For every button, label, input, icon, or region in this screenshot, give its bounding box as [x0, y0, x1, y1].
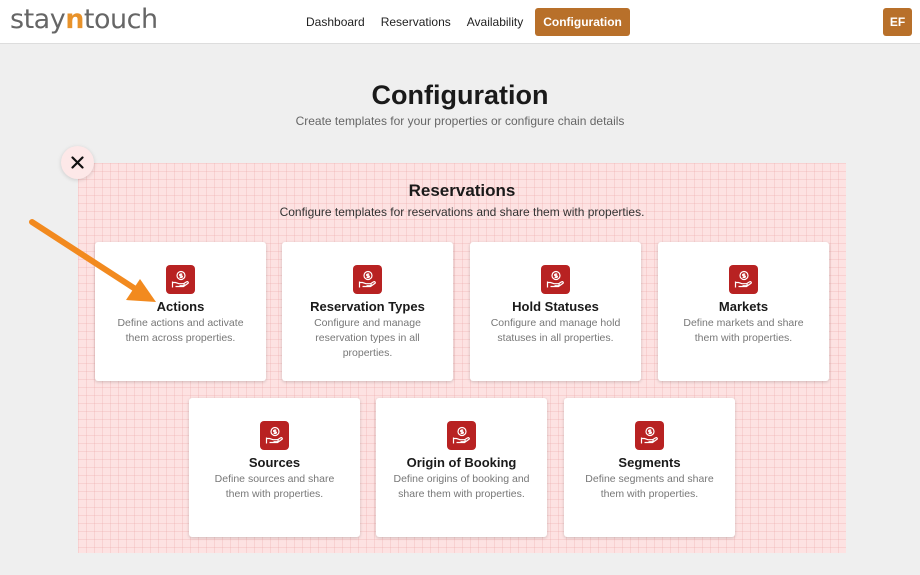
page-title: Configuration — [371, 80, 549, 110]
card-title: Segments — [618, 455, 681, 470]
nav-configuration[interactable]: Configuration — [535, 8, 630, 36]
main-nav: Dashboard Reservations Availability Conf… — [298, 8, 630, 36]
card-sources[interactable]: Sources Define sources and share them wit… — [189, 398, 360, 537]
card-segments[interactable]: Segments Define segments and share them w… — [564, 398, 735, 537]
hand-coin-icon — [166, 265, 195, 294]
card-description: Configure and manage reservation types i… — [314, 317, 421, 359]
card-hold-statuses[interactable]: Hold Statuses Configure and manage hold s… — [470, 242, 641, 381]
hand-coin-icon — [447, 421, 476, 450]
card-description: Define segments and share them with prop… — [585, 473, 714, 500]
hand-coin-icon — [729, 265, 758, 294]
logo-text-touch: touch — [83, 4, 158, 35]
card-description: Define markets and share them with prope… — [683, 317, 804, 344]
page-subtitle: Create templates for your properties or … — [295, 114, 625, 128]
close-button[interactable] — [61, 146, 94, 179]
logo-text-n: n — [65, 4, 84, 35]
card-title: Sources — [248, 455, 301, 470]
card-title: Reservation Types — [310, 299, 425, 314]
top-navigation-bar: stayntouch Dashboard Reservations Availa… — [0, 0, 920, 44]
user-avatar[interactable]: EF — [883, 8, 912, 36]
nav-dashboard[interactable]: Dashboard — [298, 8, 373, 36]
card-title: Actions — [156, 299, 205, 314]
hand-coin-icon — [541, 265, 570, 294]
card-title: Markets — [718, 299, 769, 314]
card-markets[interactable]: Markets Define markets and share them wit… — [658, 242, 829, 381]
nav-reservations[interactable]: Reservations — [373, 8, 459, 36]
panel-subtitle: Configure templates for reservations and… — [279, 205, 645, 219]
stayntouch-logo[interactable]: stayntouch — [10, 4, 158, 35]
nav-availability[interactable]: Availability — [459, 8, 531, 36]
card-title: Hold Statuses — [512, 299, 599, 314]
hand-coin-icon — [635, 421, 664, 450]
card-actions[interactable]: Actions Define actions and activate them … — [95, 242, 266, 381]
logo-text-stay: stay — [10, 4, 66, 35]
card-reservation-types[interactable]: Reservation Types Configure and manage re… — [282, 242, 453, 381]
card-origin-of-booking[interactable]: Origin of Booking Define origins of booki… — [376, 398, 547, 537]
close-icon — [71, 156, 84, 169]
card-description: Configure and manage hold statuses in al… — [490, 317, 621, 344]
card-description: Define sources and share them with prope… — [214, 473, 335, 500]
hand-coin-icon — [260, 421, 289, 450]
card-description: Define origins of booking and share them… — [393, 473, 530, 500]
card-title: Origin of Booking — [406, 455, 517, 470]
hand-coin-icon — [353, 265, 382, 294]
card-description: Define actions and activate them across … — [117, 317, 244, 344]
panel-title: Reservations — [408, 181, 516, 200]
